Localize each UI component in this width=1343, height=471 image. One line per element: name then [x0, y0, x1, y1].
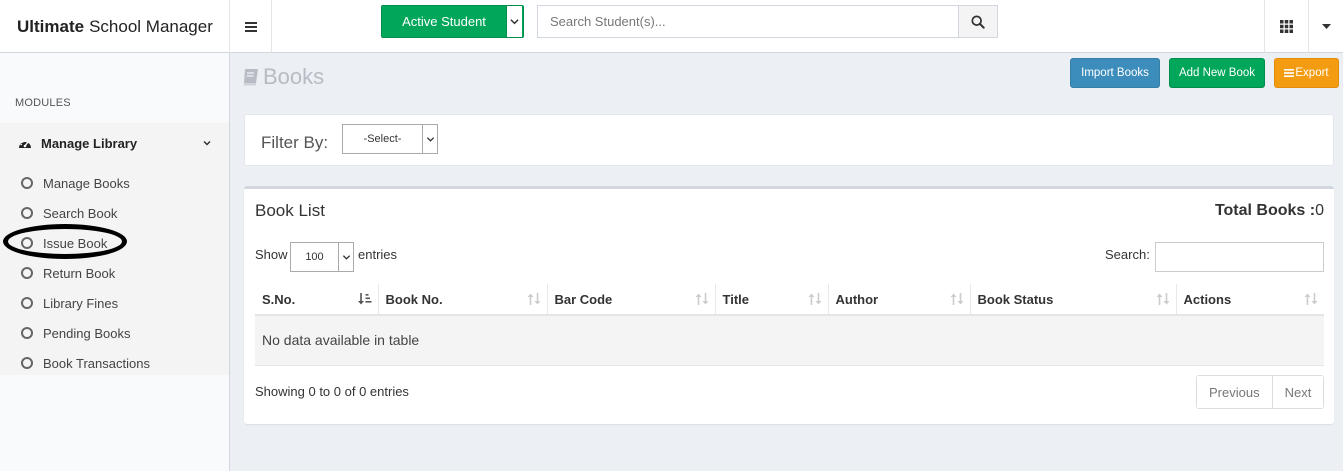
total-books: Total Books :0 — [1215, 202, 1324, 220]
column-header-sno[interactable]: S.No. — [255, 284, 379, 316]
list-icon — [1284, 69, 1295, 77]
circle-icon — [21, 267, 33, 279]
sidebar-group-label: Manage Library — [41, 135, 138, 151]
caret-down-icon — [1321, 24, 1331, 29]
chevron-down-icon — [422, 125, 437, 153]
column-label: Actions — [1183, 291, 1232, 307]
table-header-row: S.No. Book No. Bar Code Title Author Boo… — [255, 284, 1324, 316]
student-search-input[interactable] — [538, 6, 959, 37]
chevron-down-icon — [202, 136, 212, 151]
brand-bold: Ultimate — [17, 16, 85, 36]
table-search-label: Search: — [1105, 247, 1150, 262]
book-icon — [241, 67, 261, 87]
filter-panel: Filter By: -Select- — [244, 114, 1334, 166]
sidebar-item-label: Search Book — [43, 205, 118, 221]
brand-rest: School Manager — [89, 16, 213, 36]
apps-menu-button[interactable] — [1264, 0, 1309, 53]
export-button[interactable]: Export — [1274, 58, 1339, 88]
page-title-text: Books — [263, 64, 325, 89]
sort-icon — [695, 293, 709, 305]
sidebar-item-issue-book[interactable]: Issue Book — [0, 228, 229, 258]
previous-page-button[interactable]: Previous — [1197, 376, 1272, 408]
sidebar-item-label: Library Fines — [43, 295, 119, 311]
sort-ascending-icon — [357, 293, 372, 305]
active-student-dropdown[interactable]: Active Student — [381, 5, 524, 38]
table-search-input[interactable] — [1155, 242, 1324, 272]
sidebar-item-label: Book Transactions — [43, 355, 150, 371]
sidebar-item-label: Return Book — [43, 265, 116, 281]
sidebar-item-book-transactions[interactable]: Book Transactions — [0, 348, 229, 378]
user-menu-button[interactable] — [1309, 0, 1343, 53]
column-label: Book Status — [977, 291, 1054, 307]
circle-icon — [21, 237, 33, 249]
column-header-title[interactable]: Title — [715, 284, 829, 316]
hamburger-icon — [244, 25, 257, 28]
import-books-button[interactable]: Import Books — [1070, 58, 1160, 88]
sort-icon — [527, 293, 541, 305]
sidebar-item-return-book[interactable]: Return Book — [0, 258, 229, 288]
filter-select[interactable]: -Select- — [342, 124, 438, 154]
page-length-select[interactable]: 100 — [290, 242, 354, 272]
sidebar-section-header: MODULES — [15, 97, 71, 109]
total-books-value: 0 — [1315, 202, 1324, 219]
sidebar: MODULES Manage Library Manage Books Sear… — [0, 53, 230, 471]
column-header-actions[interactable]: Actions — [1176, 284, 1324, 316]
sidebar-toggle-button[interactable] — [230, 0, 272, 53]
add-new-book-button[interactable]: Add New Book — [1169, 58, 1265, 88]
export-label: Export — [1295, 67, 1329, 79]
app-logo[interactable]: Ultimate School Manager — [0, 0, 230, 53]
student-search — [537, 5, 998, 38]
sidebar-item-label: Issue Book — [43, 235, 108, 251]
book-list-title: Book List — [255, 201, 325, 220]
next-page-button[interactable]: Next — [1271, 376, 1324, 408]
chevron-down-icon — [338, 243, 353, 271]
filter-select-value: -Select- — [363, 133, 402, 145]
column-header-author[interactable]: Author — [828, 284, 971, 316]
sidebar-item-manage-library[interactable]: Manage Library — [0, 123, 229, 163]
circle-icon — [21, 357, 33, 369]
circle-icon — [21, 297, 33, 309]
active-student-label: Active Student — [402, 14, 486, 29]
page-title: Books — [241, 64, 324, 90]
circle-icon — [21, 207, 33, 219]
circle-icon — [21, 327, 33, 339]
empty-table-message: No data available in table — [255, 315, 1324, 366]
column-header-book-status[interactable]: Book Status — [970, 284, 1177, 316]
column-label: S.No. — [262, 291, 296, 307]
sidebar-item-manage-books[interactable]: Manage Books — [0, 168, 229, 198]
sidebar-item-pending-books[interactable]: Pending Books — [0, 318, 229, 348]
circle-icon — [21, 177, 33, 189]
chevron-down-icon[interactable] — [506, 6, 522, 37]
entries-label: entries — [358, 247, 398, 262]
top-navbar: Ultimate School Manager Active Student — [0, 0, 1343, 53]
page-length-value: 100 — [305, 251, 324, 263]
dashboard-icon — [18, 137, 32, 149]
column-label: Book No. — [385, 291, 443, 307]
sort-icon — [950, 293, 964, 305]
filter-label: Filter By: — [261, 133, 329, 152]
sort-icon — [808, 293, 822, 305]
sidebar-item-label: Manage Books — [43, 175, 130, 191]
sort-icon — [1156, 293, 1170, 305]
column-header-bar-code[interactable]: Bar Code — [547, 284, 716, 316]
book-table: S.No. Book No. Bar Code Title Author Boo… — [255, 284, 1324, 366]
show-label: Show — [255, 247, 288, 262]
grid-icon — [1280, 20, 1293, 33]
search-icon — [971, 14, 985, 29]
total-books-label: Total Books : — [1214, 202, 1316, 219]
table-info: Showing 0 to 0 of 0 entries — [255, 384, 409, 399]
column-label: Title — [722, 291, 750, 307]
column-header-book-no[interactable]: Book No. — [378, 284, 548, 316]
sidebar-item-search-book[interactable]: Search Book — [0, 198, 229, 228]
pagination: Previous Next — [1196, 375, 1325, 409]
column-label: Bar Code — [554, 291, 613, 307]
sort-icon — [1304, 293, 1318, 305]
sidebar-item-library-fines[interactable]: Library Fines — [0, 288, 229, 318]
sidebar-item-label: Pending Books — [43, 325, 131, 341]
manage-library-menu: Manage Library Manage Books Search Book … — [0, 123, 229, 375]
book-list-panel: Book List Total Books :0 Show 100 entrie… — [244, 186, 1334, 424]
table-row: No data available in table — [255, 315, 1324, 366]
search-button[interactable] — [958, 6, 997, 37]
column-label: Author — [835, 291, 879, 307]
